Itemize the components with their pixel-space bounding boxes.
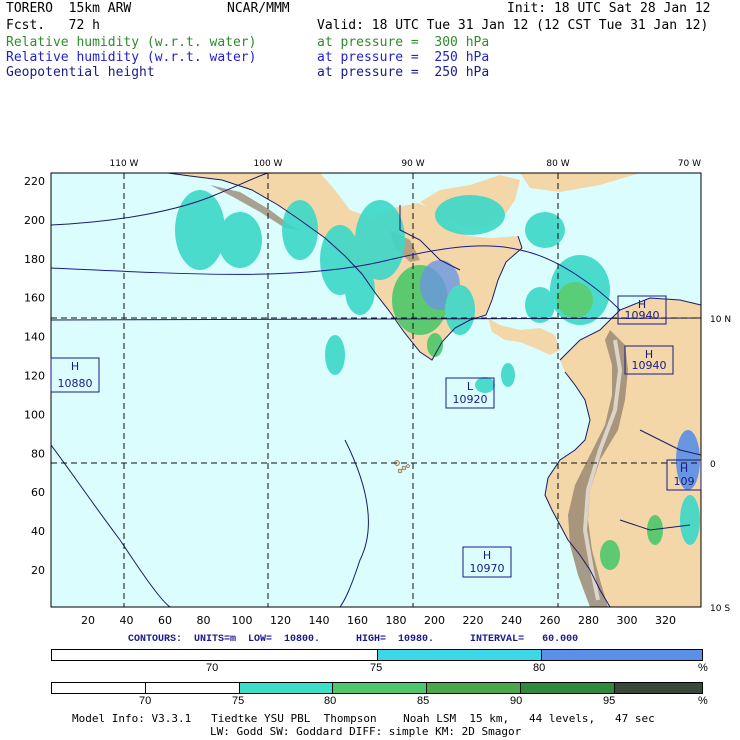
y-tick-label: 60 xyxy=(31,486,45,499)
x-tick-label: 200 xyxy=(424,614,445,627)
x-tick-label: 60 xyxy=(158,614,172,627)
y-tick-label: 40 xyxy=(31,525,45,538)
y-tick-label: 220 xyxy=(24,175,45,188)
cb2-seg-5 xyxy=(427,683,522,693)
cb2-seg-6 xyxy=(521,683,615,693)
cb2-seg-1 xyxy=(52,683,146,693)
lon-label: 80 W xyxy=(546,159,569,169)
lat-label: 10 S xyxy=(710,604,730,614)
footer-physics: LW: Godd SW: Goddard DIFF: simple KM: 2D… xyxy=(210,725,522,738)
hl-type: H xyxy=(483,549,491,562)
cb2-label-75: 75 xyxy=(232,695,245,707)
forecast-map: H10940H10940H10880 L10920H109H10970 110 W… xyxy=(24,159,731,627)
y-tick-label: 160 xyxy=(24,292,45,305)
lon-label: 70 W xyxy=(678,159,701,169)
cb1-seg-cyan xyxy=(378,650,542,660)
lat-label: 0 xyxy=(710,460,716,470)
x-tick-label: 80 xyxy=(197,614,211,627)
hl-type: H xyxy=(71,360,79,373)
colorbar-250hpa xyxy=(51,649,703,661)
cb2-seg-2 xyxy=(145,683,240,693)
y-tick-label: 20 xyxy=(31,564,45,577)
colorbar-300hpa xyxy=(51,682,703,694)
x-tick-label: 160 xyxy=(347,614,368,627)
hl-value: 10920 xyxy=(453,393,488,406)
cb2-label-pct: % xyxy=(698,695,708,707)
y-tick-label: 200 xyxy=(24,214,45,227)
x-tick-label: 320 xyxy=(655,614,676,627)
cb2-label-95: 95 xyxy=(603,695,616,707)
cb2-label-90: 90 xyxy=(510,695,523,707)
x-tick-label: 20 xyxy=(81,614,95,627)
lat-label: 10 N xyxy=(710,315,731,325)
x-tick-label: 180 xyxy=(386,614,407,627)
y-tick-label: 100 xyxy=(24,408,45,421)
hl-value: 109 xyxy=(674,475,695,488)
cb1-seg-white xyxy=(52,650,378,660)
cb2-seg-3 xyxy=(239,683,334,693)
x-tick-label: 100 xyxy=(232,614,253,627)
lon-label: 100 W xyxy=(254,159,283,169)
footer-model-info: Model Info: V3.3.1 Tiedtke YSU PBL Thomp… xyxy=(72,712,655,725)
cb2-seg-7 xyxy=(614,683,702,693)
cb1-label-80: 80 xyxy=(533,662,546,674)
cb1-label-75: 75 xyxy=(370,662,383,674)
contours-info: CONTOURS: UNITS=m LOW= 10800. HIGH= 1098… xyxy=(128,634,579,645)
cb2-label-70: 70 xyxy=(139,695,152,707)
x-tick-label: 140 xyxy=(309,614,330,627)
x-tick-label: 260 xyxy=(540,614,561,627)
hl-value: 10940 xyxy=(632,359,667,372)
y-tick-label: 180 xyxy=(24,253,45,266)
hl-value: 10880 xyxy=(58,377,93,390)
y-tick-label: 140 xyxy=(24,331,45,344)
cb2-label-85: 85 xyxy=(417,695,430,707)
cb1-label-pct: % xyxy=(698,662,708,674)
cb1-seg-blue xyxy=(541,650,702,660)
cb2-label-80: 80 xyxy=(324,695,337,707)
x-tick-label: 40 xyxy=(120,614,134,627)
hl-type: L xyxy=(467,380,474,393)
lon-label: 90 W xyxy=(401,159,424,169)
cb1-label-70: 70 xyxy=(206,662,219,674)
cb2-seg-4 xyxy=(333,683,428,693)
lon-label: 110 W xyxy=(110,159,139,169)
hl-value: 10970 xyxy=(470,562,505,575)
x-tick-label: 220 xyxy=(463,614,484,627)
hl-value: 10940 xyxy=(625,309,660,322)
x-tick-label: 120 xyxy=(270,614,291,627)
x-tick-label: 240 xyxy=(501,614,522,627)
x-tick-label: 300 xyxy=(617,614,638,627)
y-tick-label: 80 xyxy=(31,447,45,460)
hl-type: H xyxy=(680,462,688,475)
y-tick-label: 120 xyxy=(24,370,45,383)
x-tick-label: 280 xyxy=(578,614,599,627)
